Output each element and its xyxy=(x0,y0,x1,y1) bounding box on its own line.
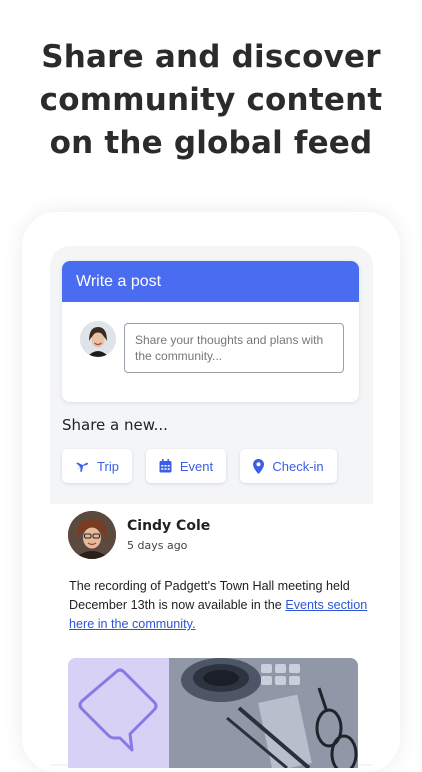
headline: Share and discover community content on … xyxy=(0,36,422,165)
post-input[interactable]: Share your thoughts and plans with the c… xyxy=(124,323,344,373)
post-image[interactable] xyxy=(68,658,358,768)
headline-line-2: community content xyxy=(39,82,383,118)
headline-line-3: on the global feed xyxy=(49,125,373,161)
author-avatar[interactable] xyxy=(68,511,116,559)
user-avatar xyxy=(80,321,116,357)
calendar-icon xyxy=(159,459,172,473)
post-input-placeholder-2: the community... xyxy=(135,349,223,363)
check-in-button[interactable]: Check-in xyxy=(240,449,337,483)
author-name[interactable]: Cindy Cole xyxy=(127,518,210,534)
trip-button[interactable]: Trip xyxy=(62,449,132,483)
headline-line-1: Share and discover xyxy=(41,39,381,75)
write-post-card: Write a post Share your thoughts and pla… xyxy=(62,261,359,402)
media-brand-panel xyxy=(68,658,169,768)
post-timestamp: 5 days ago xyxy=(127,539,188,552)
airplane-icon xyxy=(75,459,89,473)
map-pin-icon xyxy=(253,458,265,474)
trip-button-label: Trip xyxy=(97,458,119,474)
chat-bubble-icon xyxy=(78,668,158,752)
event-button[interactable]: Event xyxy=(146,449,226,483)
write-post-header: Write a post xyxy=(62,261,359,302)
desk-photo xyxy=(169,658,358,768)
feed-post: Cindy Cole 5 days ago The recording of P… xyxy=(50,504,373,768)
event-button-label: Event xyxy=(179,458,214,474)
share-label: Share a new... xyxy=(62,416,168,434)
check-in-button-label: Check-in xyxy=(272,458,324,474)
post-body: The recording of Padgett's Town Hall mee… xyxy=(69,577,369,634)
post-input-placeholder-1: Share your thoughts and plans with xyxy=(135,333,324,347)
